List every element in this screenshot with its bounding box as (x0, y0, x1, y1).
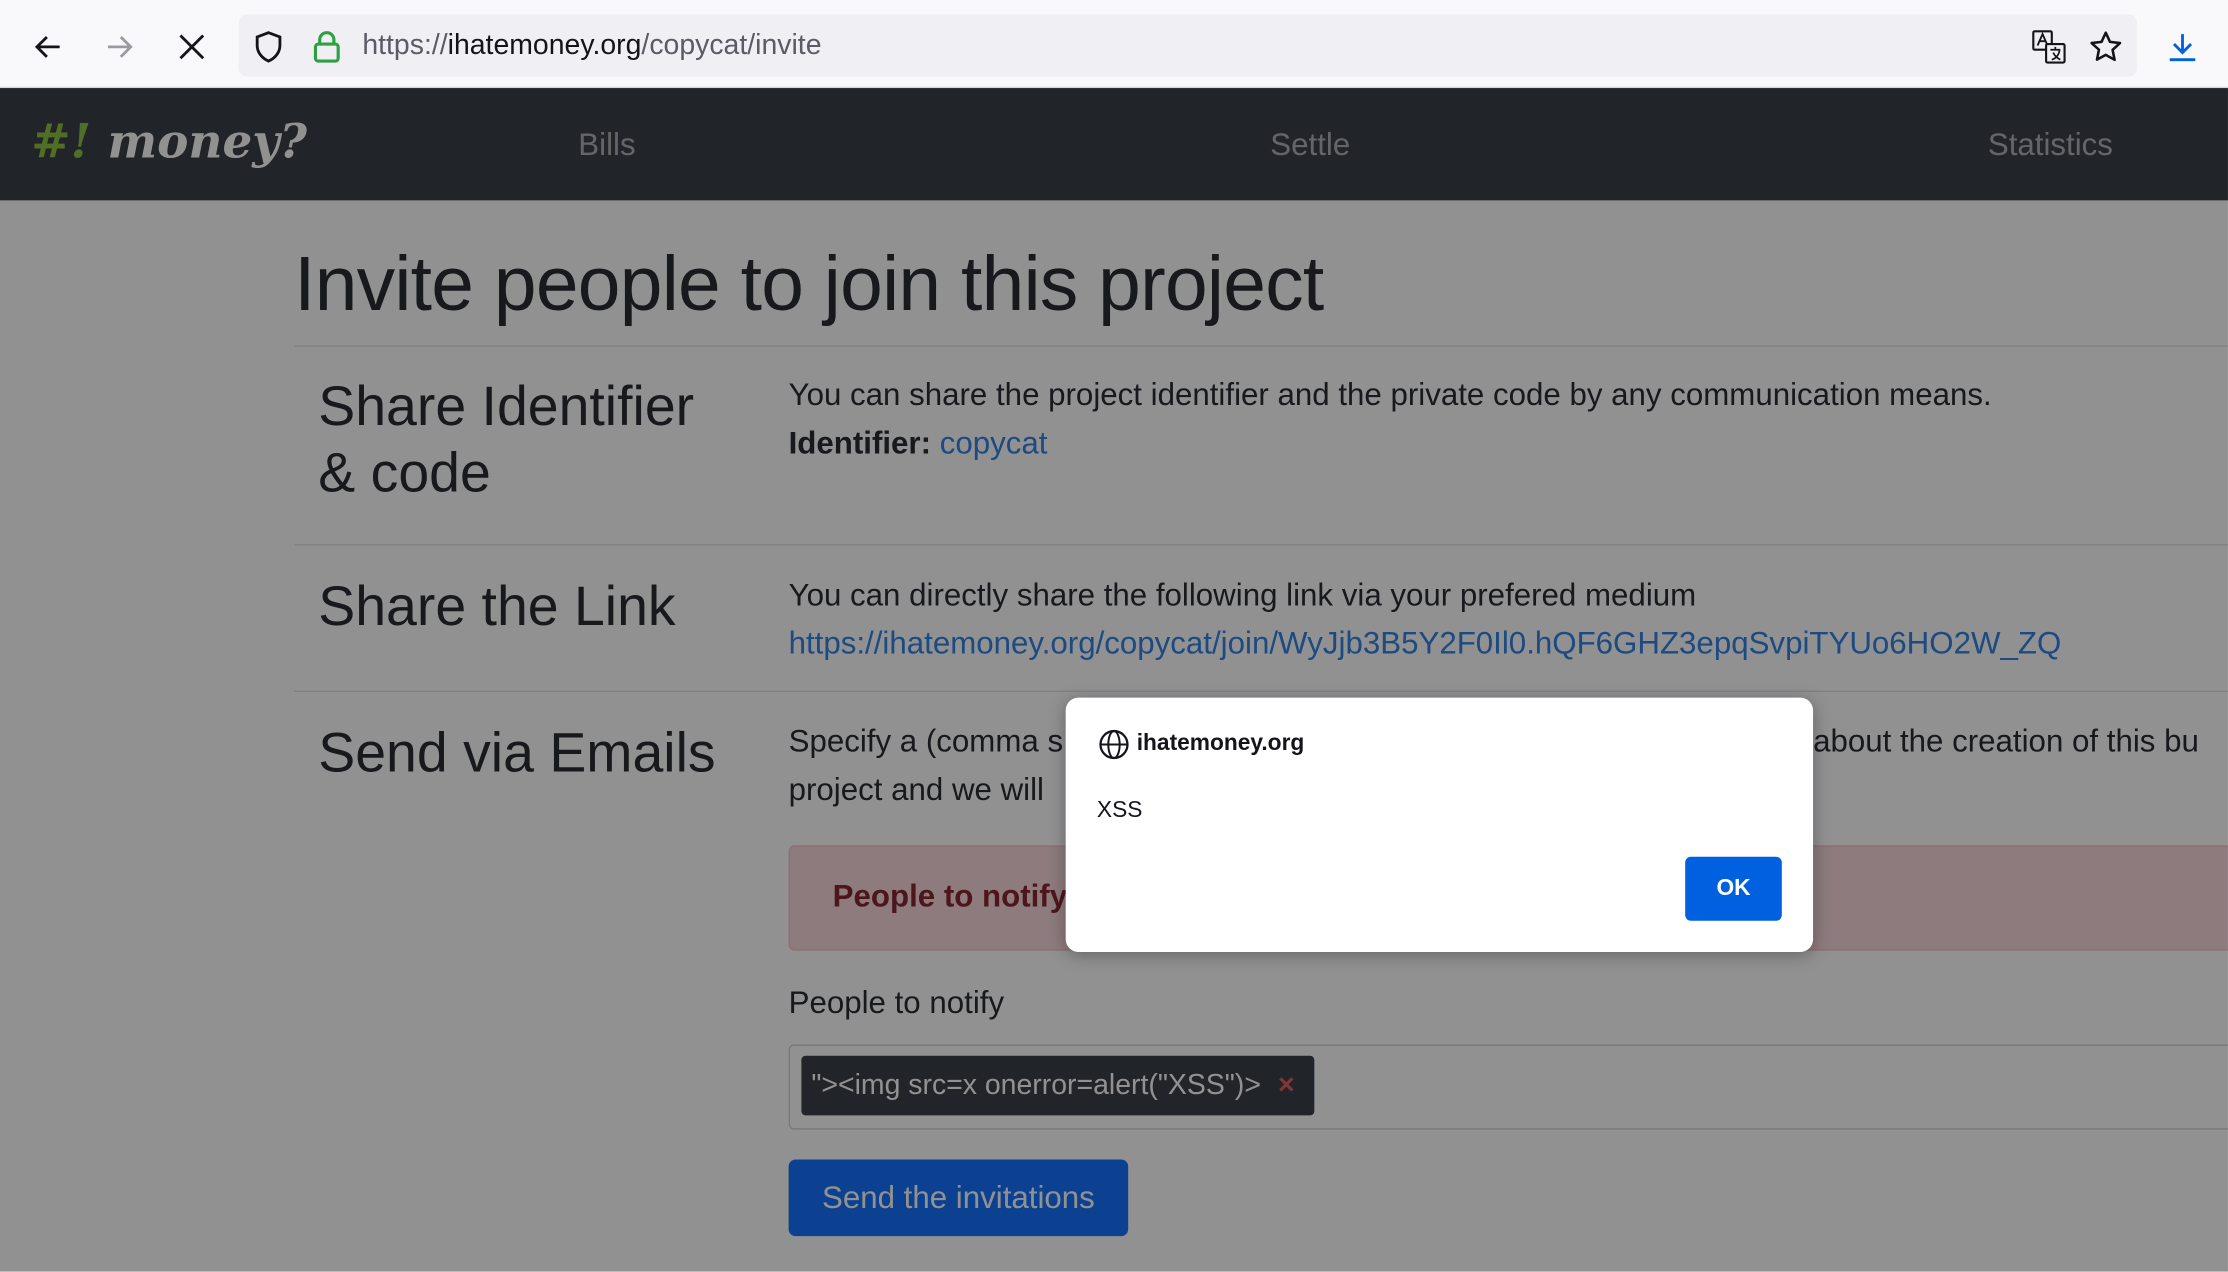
browser-toolbar: https://ihatemoney.org/copycat/invite (0, 0, 2228, 89)
web-page: #! money? Bills Settle Statistics Invite… (0, 88, 2228, 1272)
back-button[interactable] (21, 20, 75, 74)
url-host: ihatemoney.org (447, 29, 642, 62)
bookmark-star-icon[interactable] (2089, 30, 2123, 64)
dialog-origin: ihatemoney.org (1136, 731, 1305, 756)
url-path: /copycat/invite (641, 29, 822, 62)
dialog-message: XSS (1096, 798, 1143, 823)
stop-loading-button[interactable] (165, 20, 219, 74)
globe-icon (1099, 729, 1129, 760)
alert-dialog: ihatemoney.org XSS OK (1065, 697, 1814, 953)
address-bar[interactable]: https://ihatemoney.org/copycat/invite (238, 14, 2138, 77)
forward-arrow-icon (107, 35, 133, 58)
lock-icon[interactable] (313, 30, 341, 64)
screen: https://ihatemoney.org/copycat/invite #!… (0, 0, 2228, 1272)
ok-button[interactable]: OK (1685, 856, 1782, 921)
back-arrow-icon (34, 35, 60, 58)
download-icon (2169, 34, 2196, 62)
modal-backdrop (0, 88, 2228, 1272)
translate-icon[interactable] (2032, 30, 2066, 64)
downloads-button[interactable] (2156, 20, 2210, 74)
url-text[interactable]: https://ihatemoney.org/copycat/invite (362, 30, 821, 63)
forward-button[interactable] (92, 20, 146, 74)
close-icon (179, 34, 205, 60)
shield-icon[interactable] (253, 30, 284, 64)
url-scheme: https:// (362, 29, 448, 62)
